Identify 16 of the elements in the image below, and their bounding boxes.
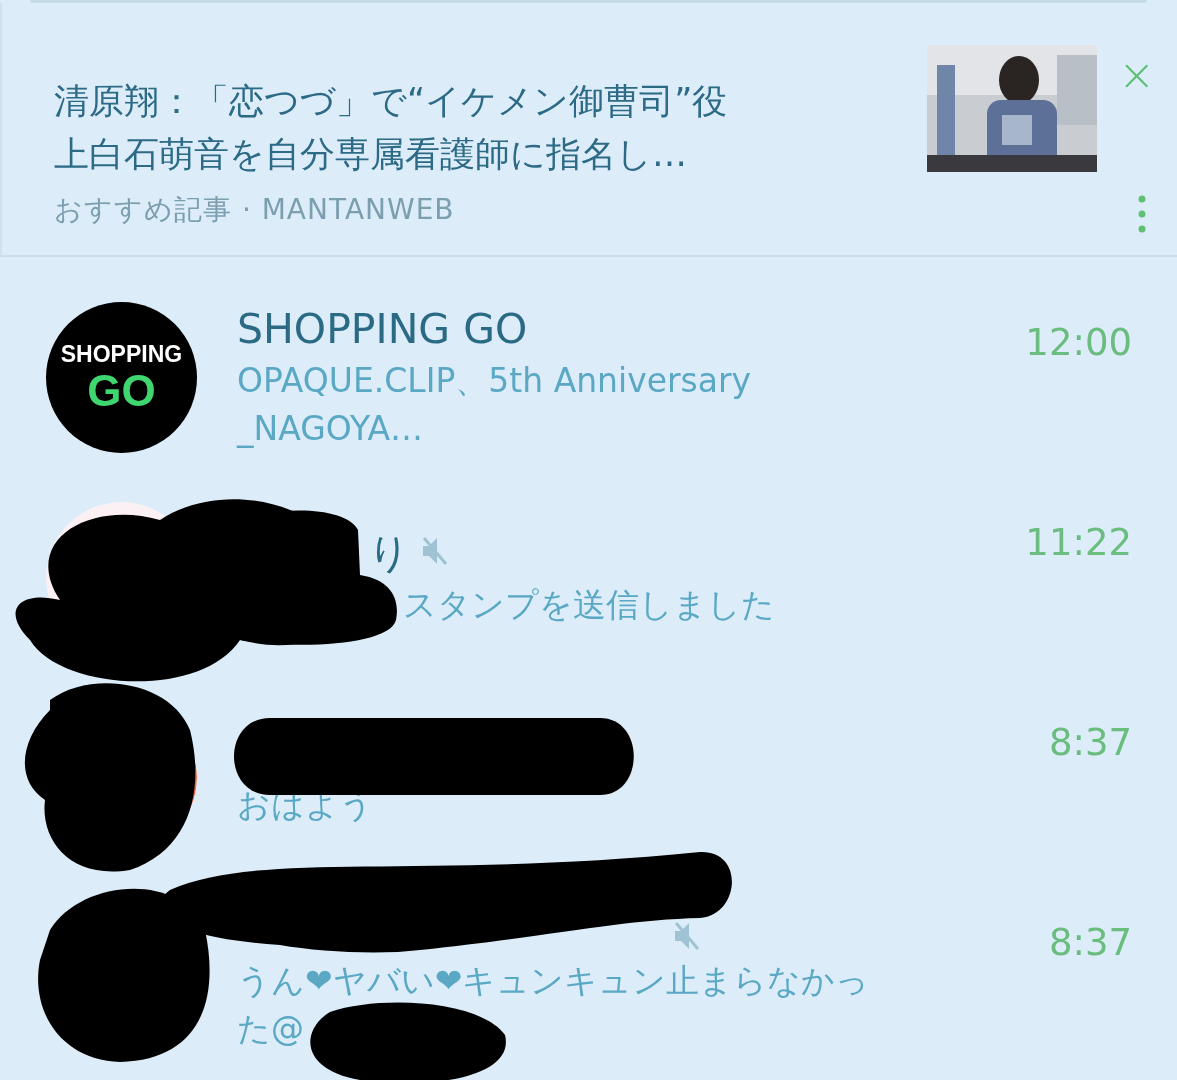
message-time: 11:22 (1025, 521, 1132, 564)
message-preview: うん❤ヤバい❤キュンキュン止まらなかっ (237, 961, 870, 1000)
message-preview: た@ (237, 1009, 304, 1048)
logo-text: GO (87, 367, 156, 414)
article-source: おすすめ記事 · MANTANWEB (54, 192, 456, 228)
message-preview: OPAQUE.CLIP、5th Anniversary (237, 361, 752, 400)
message-preview: _NAGOYA… (237, 409, 424, 448)
message-time: 8:37 (1048, 921, 1132, 964)
message-time: 12:00 (1025, 321, 1132, 364)
message-time: 8:37 (1048, 721, 1132, 764)
logo-text: SHOPPING (60, 340, 183, 368)
chat-name: り (368, 527, 410, 579)
article-title[interactable]: 上白石萌音を自分専属看護師に指名し… (54, 128, 927, 181)
chat-name: SHOPPING GO (237, 305, 528, 353)
article-title[interactable]: 清原翔：「恋つづ」で“イケメン御曹司”役 (54, 75, 927, 128)
message-preview: スタンプを送信しました (403, 585, 775, 624)
